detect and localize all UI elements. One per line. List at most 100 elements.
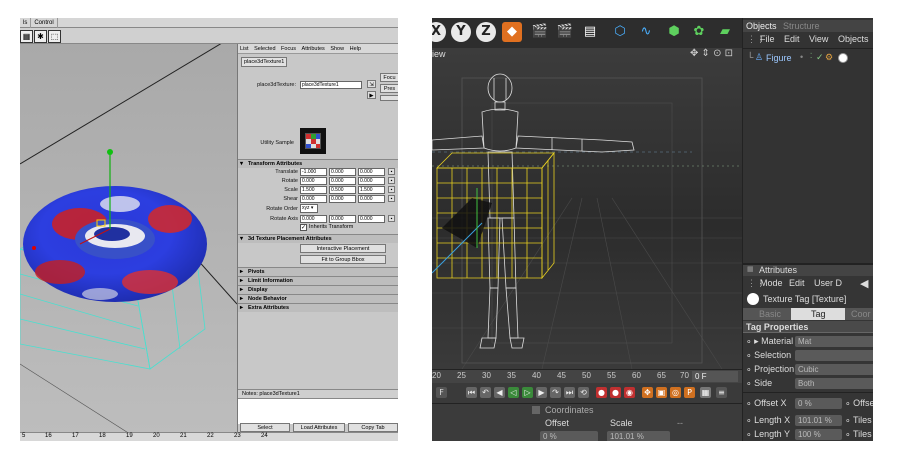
tab-objects[interactable]: Objects [746, 21, 777, 31]
timeline-ruler[interactable]: 20 25 30 35 40 45 50 55 60 65 70 0 F [432, 369, 742, 383]
snap-tool-icon[interactable]: ⬚ [48, 30, 61, 43]
section-transform-attributes[interactable]: Transform Attributes [238, 159, 398, 168]
record-icon[interactable]: ● [596, 387, 607, 398]
length-y-field[interactable]: 100 % [795, 429, 842, 440]
timeline-menu-icon[interactable]: ≡ [716, 387, 727, 398]
node-next-icon[interactable]: ▶ [367, 91, 376, 99]
offset-x-field[interactable]: 0 % [795, 398, 842, 409]
deformer-icon[interactable]: ▰ [715, 22, 735, 42]
fit-to-group-bbox-button[interactable]: Fit to Group Bbox [300, 255, 386, 264]
param-key-icon[interactable]: P [684, 387, 695, 398]
spline-icon[interactable]: ∿ [636, 22, 656, 42]
selection-field[interactable] [795, 350, 873, 361]
attr-menu-mode[interactable]: Mode [760, 278, 783, 288]
presets-extra-button[interactable] [380, 95, 398, 101]
render-view-icon[interactable]: 🎬 [530, 22, 550, 42]
rotate-y-field[interactable]: 0.000 [329, 177, 356, 185]
texture-tag-icon[interactable]: ⚙ [825, 52, 833, 63]
section-node-behavior[interactable]: Node Behavior [238, 294, 398, 303]
tab-basic[interactable]: Basic [759, 309, 781, 319]
obj-menu-view[interactable]: View [809, 34, 828, 44]
y-axis-button[interactable]: Y [451, 22, 471, 42]
loop-icon[interactable]: ⟲ [578, 387, 589, 398]
scale-x-field[interactable]: 1.500 [300, 186, 327, 194]
attr-menu-edit[interactable]: Edit [789, 278, 805, 288]
scale-y-field[interactable]: 0.500 [329, 186, 356, 194]
rotate-axis-map-icon[interactable]: ▪ [388, 215, 395, 222]
scale-map-icon[interactable]: ▪ [388, 186, 395, 193]
projection-select[interactable]: Cubic [795, 364, 873, 375]
section-extra-attributes[interactable]: Extra Attributes [238, 303, 398, 312]
obj-menu-objects[interactable]: Objects [838, 34, 869, 44]
keyframe-icon[interactable]: ◉ [624, 387, 635, 398]
grid-tool-icon[interactable]: ▦ [20, 30, 33, 43]
shear-z-field[interactable]: 0.000 [358, 195, 385, 203]
coordinates-tab-icon[interactable] [532, 406, 540, 414]
menu-tab-ls[interactable]: ls [20, 18, 32, 28]
coord-scale-field[interactable]: 101.01 % [607, 431, 670, 441]
node-name-field[interactable]: place3dTexture1 [300, 81, 362, 89]
load-attributes-button[interactable]: Load Attributes [293, 423, 345, 432]
enabled-check-icon[interactable]: ✓ [816, 52, 824, 63]
scale-z-field[interactable]: 1.500 [358, 186, 385, 194]
node-select-icon[interactable]: ⇲ [367, 80, 376, 88]
section-limit-information[interactable]: Limit Information [238, 276, 398, 285]
coordinate-system-icon[interactable]: ◆ [502, 22, 522, 42]
translate-z-field[interactable]: 0.000 [358, 168, 385, 176]
interactive-placement-button[interactable]: Interactive Placement [300, 244, 386, 253]
goto-start-icon[interactable]: ⏮ [466, 387, 477, 398]
coord-offset-field[interactable]: 0 % [540, 431, 598, 441]
time-ruler[interactable]: 5 16 17 18 19 20 21 22 23 24 [20, 432, 398, 441]
maya-viewport[interactable] [20, 44, 237, 434]
inherits-transform-checkbox[interactable]: ✓ [300, 224, 307, 231]
tab-structure[interactable]: Structure [783, 21, 820, 31]
select-button[interactable]: Select [240, 423, 290, 432]
tab-tag[interactable]: Tag [811, 309, 826, 319]
translate-x-field[interactable]: -1.000 [300, 168, 327, 176]
length-x-field[interactable]: 101.01 % [795, 415, 842, 426]
autokey-icon[interactable]: ● [610, 387, 621, 398]
goto-end-icon[interactable]: ⏭ [564, 387, 575, 398]
current-frame-field[interactable]: 0 F [692, 371, 738, 382]
obj-menu-edit[interactable]: Edit [784, 34, 800, 44]
next-key-icon[interactable]: ↷ [550, 387, 561, 398]
menu-list[interactable]: List [240, 46, 249, 52]
coordinates-tab[interactable]: Coordinates [545, 405, 594, 415]
z-axis-button[interactable]: Z [476, 22, 496, 42]
material-field[interactable]: Mat [795, 336, 873, 347]
rotate-key-icon[interactable]: ◎ [670, 387, 681, 398]
menu-help[interactable]: Help [350, 46, 361, 52]
side-select[interactable]: Both [795, 378, 873, 389]
menu-focus[interactable]: Focus [281, 46, 296, 52]
x-axis-button[interactable]: X [432, 22, 446, 42]
menu-selected[interactable]: Selected [254, 46, 275, 52]
focus-button[interactable]: Focu [380, 73, 398, 82]
section-display[interactable]: Display [238, 285, 398, 294]
next-frame-icon[interactable]: ▶ [536, 387, 547, 398]
object-name-figure[interactable]: Figure [766, 53, 792, 63]
menu-tab-control[interactable]: Control [31, 18, 58, 28]
cube-icon[interactable]: ⬡ [610, 22, 630, 42]
play-icon[interactable]: ▷ [522, 387, 533, 398]
obj-menu-file[interactable]: File [760, 34, 775, 44]
tab-coord[interactable]: Coor [851, 309, 871, 319]
rotate-axis-x-field[interactable]: 0.000 [300, 215, 327, 223]
shear-map-icon[interactable]: ▪ [388, 195, 395, 202]
rotate-map-icon[interactable]: ▪ [388, 177, 395, 184]
rotate-axis-z-field[interactable]: 0.000 [358, 215, 385, 223]
rotate-x-field[interactable]: 0.000 [300, 177, 327, 185]
copy-tab-button[interactable]: Copy Tab [348, 423, 398, 432]
layer-dot-icon[interactable]: • [800, 52, 803, 62]
visibility-dots-icon[interactable]: ⁚ [810, 52, 812, 60]
pla-key-icon[interactable]: ▦ [700, 387, 711, 398]
translate-y-field[interactable]: 0.000 [329, 168, 356, 176]
render-settings-icon[interactable]: ▤ [580, 22, 600, 42]
array-icon[interactable]: ✿ [689, 22, 709, 42]
notes-textarea[interactable] [238, 398, 398, 424]
section-pivots[interactable]: Pivots [238, 267, 398, 276]
shear-y-field[interactable]: 0.000 [329, 195, 356, 203]
menu-attributes[interactable]: Attributes [302, 46, 325, 52]
scale-key-icon[interactable]: ▣ [656, 387, 667, 398]
render-picture-icon[interactable]: 🎬 [555, 22, 575, 42]
sphere-tool-icon[interactable]: ✱ [34, 30, 47, 43]
